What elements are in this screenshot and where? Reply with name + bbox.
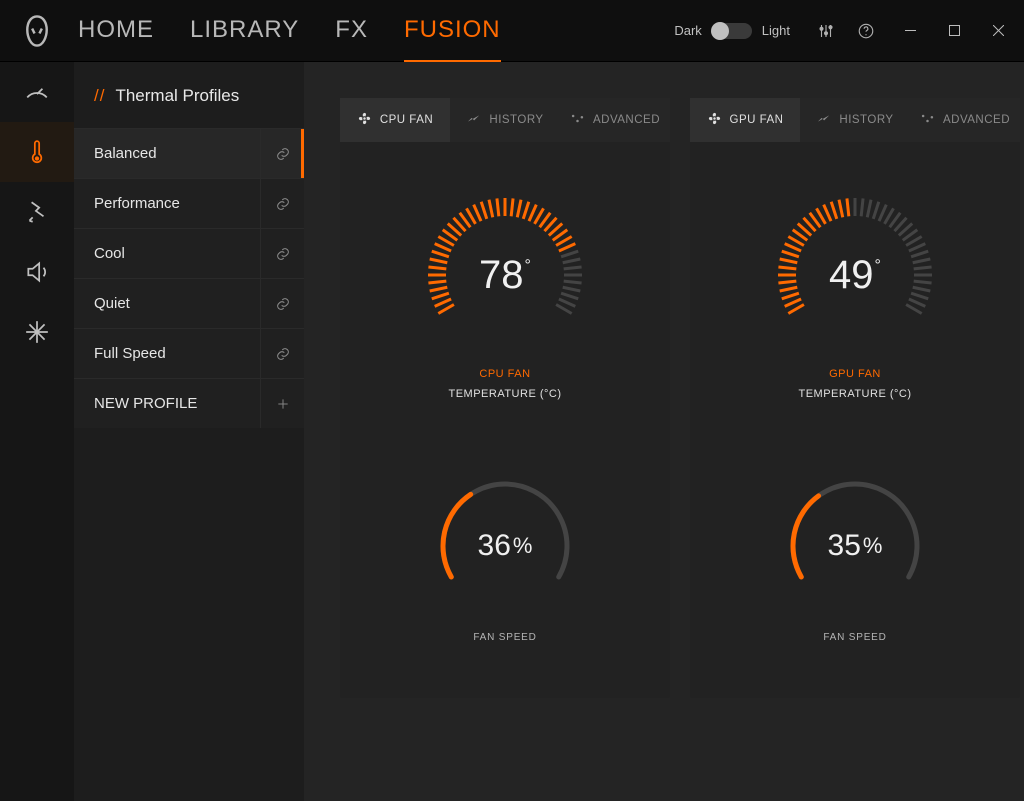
temperature-value: 78° (479, 253, 531, 298)
nav-fx[interactable]: FX (335, 2, 368, 60)
temperature-gauge: 78° (420, 190, 590, 360)
profile-row-quiet[interactable]: Quiet (74, 278, 304, 328)
card-tabs: GPU FAN HISTORY ADVANCED (690, 98, 1020, 142)
gauge-title: CPU FAN (479, 368, 530, 380)
app-header: HOME LIBRARY FX FUSION Dark Light (0, 0, 1024, 62)
profile-row-cool[interactable]: Cool (74, 228, 304, 278)
nav-home[interactable]: HOME (78, 2, 154, 60)
card-tab-cpu-fan[interactable]: CPU FAN (340, 98, 450, 142)
nav-fusion[interactable]: FUSION (404, 2, 501, 60)
card-tab-advanced[interactable]: ADVANCED (910, 98, 1020, 142)
card-tab-history[interactable]: HISTORY (450, 98, 560, 142)
card-tab-advanced[interactable]: ADVANCED (560, 98, 670, 142)
main-nav: HOME LIBRARY FX FUSION (78, 2, 501, 60)
card-tabs: CPU FAN HISTORY ADVANCED (340, 98, 670, 142)
rail-audio[interactable] (0, 242, 74, 302)
card-tab-label: ADVANCED (593, 114, 660, 126)
card-tab-label: ADVANCED (943, 114, 1010, 126)
fan-speed-label: FAN SPEED (823, 632, 886, 643)
gauge-title: GPU FAN (829, 368, 881, 380)
rail-power[interactable] (0, 182, 74, 242)
window-minimize[interactable] (888, 13, 932, 49)
fan-speed-label: FAN SPEED (473, 632, 536, 643)
profile-name: Cool (74, 245, 260, 262)
fan-icon (707, 111, 722, 129)
card-tab-label: HISTORY (489, 114, 543, 126)
fan-card-0: CPU FAN HISTORY ADVANCED 78° CPU FAN TEMPERAT… (340, 98, 670, 698)
rail-misc[interactable] (0, 302, 74, 362)
title-slashes: // (94, 86, 105, 106)
help-button[interactable] (848, 13, 884, 49)
card-tab-gpu-fan[interactable]: GPU FAN (690, 98, 800, 142)
profile-name: Performance (74, 195, 260, 212)
window-controls (888, 13, 1020, 49)
profile-name: Balanced (74, 145, 260, 162)
profile-name: NEW PROFILE (74, 395, 260, 412)
category-rail (0, 62, 74, 801)
gauge-subtitle: TEMPERATURE (°C) (448, 388, 561, 400)
link-profile-button[interactable] (260, 129, 304, 178)
card-tab-label: HISTORY (839, 114, 893, 126)
card-tab-label: GPU FAN (730, 114, 784, 126)
settings-button[interactable] (808, 13, 844, 49)
card-body: 49° GPU FAN TEMPERATURE (°C) 35% FAN SPEED (690, 142, 1020, 698)
window-maximize[interactable] (932, 13, 976, 49)
profile-name: Full Speed (74, 345, 260, 362)
history-icon (466, 111, 481, 129)
profile-list: Balanced Performance Cool Quiet Full Speed NE… (74, 128, 304, 428)
add-profile-button[interactable] (260, 379, 304, 428)
temperature-value: 49° (829, 253, 881, 298)
nav-library[interactable]: LIBRARY (190, 2, 299, 60)
theme-dark-label: Dark (674, 23, 701, 38)
profile-row-performance[interactable]: Performance (74, 178, 304, 228)
fan-card-1: GPU FAN HISTORY ADVANCED 49° GPU FAN TEMPERAT… (690, 98, 1020, 698)
theme-toggle[interactable]: Dark Light (674, 23, 790, 39)
profiles-sidebar: // Thermal Profiles Balanced Performance C… (74, 62, 304, 801)
theme-switch[interactable] (712, 23, 752, 39)
advanced-icon (920, 111, 935, 129)
link-profile-button[interactable] (260, 179, 304, 228)
fan-speed-gauge: 35% (785, 476, 925, 616)
window-close[interactable] (976, 13, 1020, 49)
link-profile-button[interactable] (260, 329, 304, 378)
advanced-icon (570, 111, 585, 129)
link-profile-button[interactable] (260, 279, 304, 328)
fan-speed-gauge: 36% (435, 476, 575, 616)
sidebar-title: // Thermal Profiles (74, 62, 304, 128)
profile-row-full-speed[interactable]: Full Speed (74, 328, 304, 378)
theme-light-label: Light (762, 23, 790, 38)
card-body: 78° CPU FAN TEMPERATURE (°C) 36% FAN SPEED (340, 142, 670, 698)
sidebar-title-text: Thermal Profiles (115, 86, 239, 106)
alienware-logo (0, 14, 74, 48)
fan-speed-value: 35% (828, 529, 883, 563)
rail-thermal[interactable] (0, 122, 74, 182)
main-area: CPU FAN HISTORY ADVANCED 78° CPU FAN TEMPERAT… (304, 62, 1024, 801)
header-right: Dark Light (674, 13, 1024, 49)
history-icon (816, 111, 831, 129)
fan-speed-value: 36% (478, 529, 533, 563)
profile-row-new-profile[interactable]: NEW PROFILE (74, 378, 304, 428)
link-profile-button[interactable] (260, 229, 304, 278)
card-tab-label: CPU FAN (380, 114, 433, 126)
rail-overclock[interactable] (0, 62, 74, 122)
fan-icon (357, 111, 372, 129)
card-tab-history[interactable]: HISTORY (800, 98, 910, 142)
temperature-gauge: 49° (770, 190, 940, 360)
app-body: // Thermal Profiles Balanced Performance C… (0, 62, 1024, 801)
gauge-subtitle: TEMPERATURE (°C) (798, 388, 911, 400)
profile-name: Quiet (74, 295, 260, 312)
profile-row-balanced[interactable]: Balanced (74, 128, 304, 178)
